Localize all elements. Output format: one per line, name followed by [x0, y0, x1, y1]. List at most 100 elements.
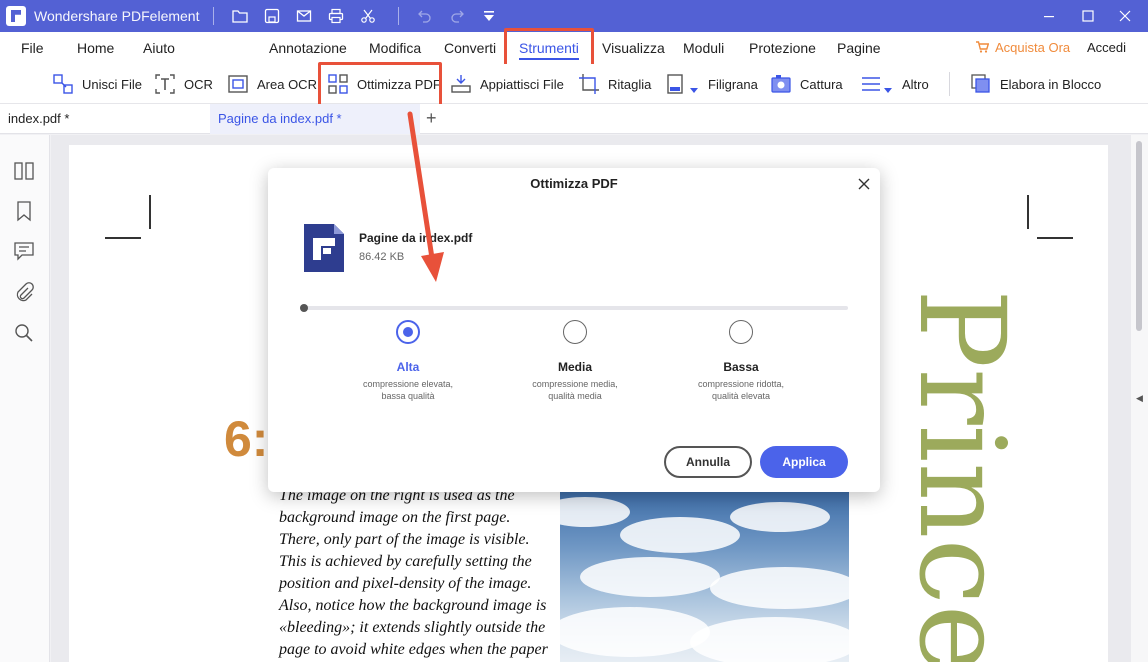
save-icon[interactable] — [256, 0, 288, 32]
radio-medium[interactable] — [563, 320, 587, 344]
menu-edit[interactable]: Modifica — [369, 32, 421, 64]
cart-icon — [976, 41, 990, 53]
body-line: There, only part of the image is visible… — [279, 531, 530, 548]
more-icon — [862, 77, 880, 91]
more-dropdown-icon — [884, 88, 892, 93]
email-icon[interactable] — [288, 0, 320, 32]
merge-files-button[interactable]: Unisci File — [52, 64, 142, 104]
crop-label: Ritaglia — [608, 76, 652, 92]
bookmark-icon[interactable] — [12, 199, 36, 223]
slider-knob[interactable] — [300, 304, 308, 312]
merge-icon — [53, 74, 73, 94]
document-tab-bar: index.pdf * Pagine da index.pdf * + — [0, 104, 1148, 134]
batch-process-button[interactable]: Elabora in Blocco — [970, 64, 1101, 104]
compression-slider[interactable] — [303, 306, 848, 310]
capture-button[interactable]: Cattura — [770, 64, 843, 104]
quick-access-dropdown-icon[interactable] — [473, 0, 505, 32]
option-low-desc: compressione ridotta, qualità elevata — [661, 378, 821, 402]
more-label: Altro — [902, 76, 929, 92]
crop-mark — [105, 237, 141, 239]
app-title: Wondershare PDFelement — [34, 8, 200, 24]
area-ocr-icon — [228, 75, 248, 93]
flatten-icon — [451, 75, 471, 93]
watermark-button[interactable]: Filigrana — [666, 64, 758, 104]
search-icon[interactable] — [12, 321, 36, 345]
option-high[interactable]: Alta compressione elevata, bassa qualità — [328, 320, 488, 402]
optimize-pdf-dialog: Ottimizza PDF Pagine da index.pdf 86.42 … — [268, 168, 880, 492]
option-medium[interactable]: Media compressione media, qualità media — [495, 320, 655, 402]
app-logo-icon — [6, 6, 26, 26]
batch-process-label: Elabora in Blocco — [1000, 76, 1102, 92]
capture-label: Cattura — [800, 76, 843, 92]
comment-icon[interactable] — [12, 239, 36, 263]
option-low-desc-1: compressione ridotta, — [697, 379, 785, 389]
tools-toolbar: Unisci File OCR Area OCR Ottimizza PDF A… — [0, 64, 1148, 104]
option-high-desc: compressione elevata, bassa qualità — [328, 378, 488, 402]
menu-home[interactable]: Home — [77, 32, 114, 64]
crop-mark — [149, 195, 151, 229]
radio-high[interactable] — [396, 320, 420, 344]
menu-annotate[interactable]: Annotazione — [269, 32, 347, 64]
menu-view[interactable]: Visualizza — [602, 32, 665, 64]
ocr-button[interactable]: OCR — [154, 64, 213, 104]
menu-tools[interactable]: Strumenti — [519, 32, 579, 64]
optimize-pdf-button[interactable]: Ottimizza PDF — [327, 64, 441, 104]
open-folder-icon[interactable] — [224, 0, 256, 32]
new-tab-icon[interactable]: + — [426, 104, 437, 134]
file-size: 86.42 KB — [359, 251, 405, 263]
title-separator-2 — [398, 7, 400, 25]
body-line: «bleeding»; it extends slightly outside … — [279, 619, 546, 636]
tab-pages-from-index[interactable]: Pagine da index.pdf * — [210, 104, 420, 134]
thumbnails-icon[interactable] — [12, 159, 36, 183]
tab-index-pdf[interactable]: index.pdf * — [0, 104, 210, 134]
menu-help[interactable]: Aiuto — [143, 32, 175, 64]
login-link[interactable]: Accedi — [1087, 32, 1126, 64]
menu-forms[interactable]: Moduli — [683, 32, 724, 64]
watermark-label: Filigrana — [708, 76, 758, 92]
document-big-title: Prince — [893, 289, 1031, 662]
crop-icon — [579, 74, 599, 94]
vertical-scrollbar[interactable]: ◀ — [1131, 135, 1148, 662]
optimize-icon — [328, 74, 348, 94]
attachment-icon[interactable] — [12, 281, 36, 305]
radio-low[interactable] — [729, 320, 753, 344]
close-window-icon[interactable] — [1102, 0, 1148, 32]
expand-right-panel-icon[interactable]: ◀ — [1136, 393, 1143, 404]
left-sidebar: ▶ — [0, 135, 58, 662]
menu-convert[interactable]: Converti — [444, 32, 496, 64]
cancel-button[interactable]: Annulla — [664, 446, 752, 478]
menu-file[interactable]: File — [21, 32, 44, 64]
menu-protect[interactable]: Protezione — [749, 32, 816, 64]
more-button[interactable]: Altro — [860, 64, 929, 104]
body-line: background image on the first page. — [279, 509, 511, 526]
body-line: page to avoid white edges when the paper — [279, 641, 548, 658]
apply-button[interactable]: Applica — [760, 446, 848, 478]
flatten-file-button[interactable]: Appiattisci File — [450, 64, 564, 104]
ocr-label: OCR — [184, 76, 213, 92]
menu-bar: File Home Aiuto Annotazione Modifica Con… — [0, 32, 1148, 64]
undo-icon[interactable] — [409, 0, 441, 32]
print-icon[interactable] — [320, 0, 352, 32]
capture-icon — [771, 75, 791, 93]
menu-pages[interactable]: Pagine — [837, 32, 881, 64]
flatten-file-label: Appiattisci File — [480, 76, 564, 92]
scroll-thumb[interactable] — [1136, 141, 1142, 331]
option-low-desc-2: qualità elevata — [711, 391, 771, 401]
option-high-desc-2: bassa qualità — [381, 391, 435, 401]
option-low[interactable]: Bassa compressione ridotta, qualità elev… — [661, 320, 821, 402]
crop-button[interactable]: Ritaglia — [578, 64, 651, 104]
close-icon[interactable] — [856, 176, 872, 192]
title-separator — [213, 7, 215, 25]
buy-now-link[interactable]: Acquista Ora — [976, 32, 1070, 64]
option-high-label: Alta — [396, 360, 420, 374]
toolbar-separator — [949, 72, 950, 96]
area-ocr-button[interactable]: Area OCR — [227, 64, 317, 104]
merge-files-label: Unisci File — [82, 76, 142, 92]
option-medium-label: Media — [557, 360, 592, 374]
dialog-title: Ottimizza PDF — [530, 176, 618, 191]
ocr-icon — [155, 74, 175, 94]
file-name: Pagine da index.pdf — [359, 231, 473, 245]
redo-icon[interactable] — [441, 0, 473, 32]
crop-mark — [1027, 195, 1029, 229]
scissors-icon[interactable] — [352, 0, 384, 32]
